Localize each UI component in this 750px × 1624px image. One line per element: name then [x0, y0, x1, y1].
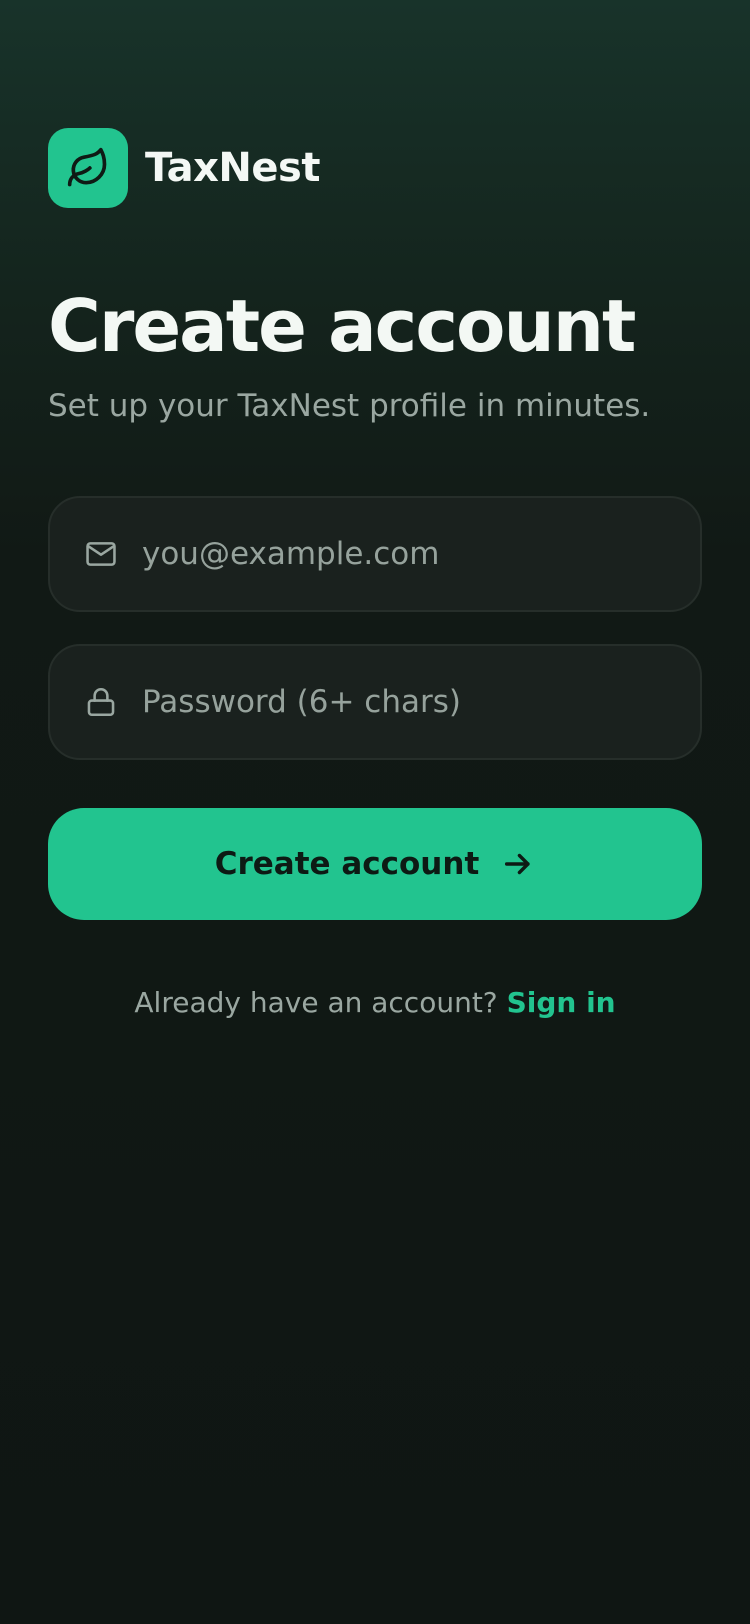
email-field[interactable]	[48, 496, 702, 612]
create-account-button[interactable]: Create account	[48, 808, 702, 920]
brand: TaxNest	[48, 128, 320, 208]
password-field[interactable]	[48, 644, 702, 760]
signin-prompt-text: Already have an account?	[134, 986, 507, 1019]
email-input[interactable]	[142, 536, 662, 572]
password-input[interactable]	[142, 684, 662, 720]
signin-prompt: Already have an account? Sign in	[0, 986, 750, 1019]
sign-in-link[interactable]: Sign in	[507, 986, 616, 1019]
lock-icon	[84, 685, 118, 719]
arrow-right-icon	[501, 847, 535, 881]
mail-icon	[84, 537, 118, 571]
page-title: Create account	[48, 284, 636, 368]
leaf-icon	[48, 128, 128, 208]
brand-name: TaxNest	[145, 145, 320, 191]
create-account-label: Create account	[214, 846, 480, 882]
page-subtitle: Set up your TaxNest profile in minutes.	[48, 388, 651, 424]
